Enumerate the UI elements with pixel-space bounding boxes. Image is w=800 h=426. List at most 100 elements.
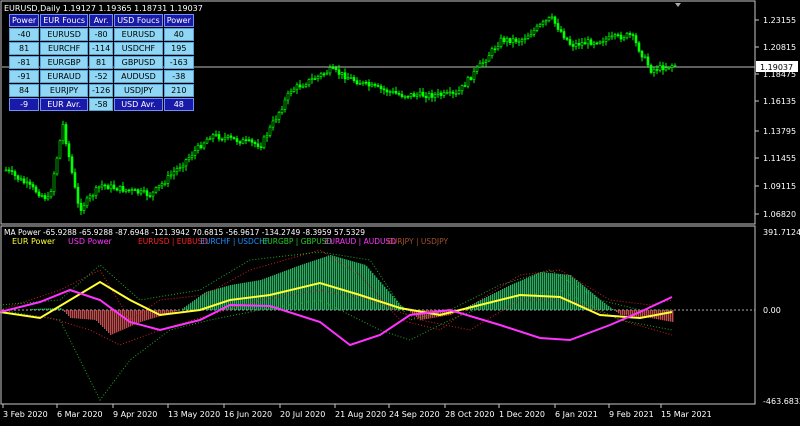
- indicator-bar: [190, 302, 192, 310]
- time-axis-label: 13 May 2020: [168, 410, 220, 419]
- panel-cell: USD Foucs: [114, 14, 163, 27]
- indicator-bar: [146, 310, 148, 321]
- price-candle: [253, 140, 257, 148]
- indicator-bar: [276, 274, 278, 310]
- indicator-bar: [540, 272, 542, 310]
- price-candle: [427, 91, 431, 101]
- price-candle: [121, 181, 125, 193]
- price-candle: [652, 66, 656, 77]
- price-candle: [52, 171, 56, 196]
- price-candle: [448, 87, 452, 97]
- price-candle: [619, 31, 623, 43]
- indicator-bar: [346, 259, 348, 310]
- legend-pair: EURUSD | EUBUSD: [138, 237, 208, 246]
- price-candle: [16, 174, 20, 183]
- price-candle: [256, 138, 260, 150]
- panel-cell: 81: [9, 42, 40, 55]
- indicator-bar: [602, 301, 604, 310]
- indicator-bar: [526, 278, 528, 310]
- price-candle: [190, 151, 194, 161]
- indicator-bar: [218, 288, 220, 310]
- indicator-bar: [214, 289, 216, 310]
- indicator-bar: [340, 257, 342, 310]
- indicator-bar: [148, 310, 150, 320]
- price-candle: [469, 76, 473, 81]
- indicator-bar: [378, 279, 380, 310]
- indicator-bar: [584, 286, 586, 310]
- panel-cell: EURUSD: [40, 28, 89, 41]
- indicator-bar: [280, 272, 282, 310]
- price-candle: [295, 82, 299, 94]
- price-candle: [559, 25, 563, 34]
- indicator-bar: [604, 303, 606, 310]
- indicator-bar: [392, 295, 394, 310]
- price-candle: [58, 139, 62, 160]
- indicator-bar: [366, 266, 368, 310]
- indicator-bar: [172, 310, 174, 313]
- price-candle: [421, 88, 425, 98]
- price-candle: [574, 39, 578, 50]
- indicator-bar: [186, 305, 188, 310]
- price-candle: [385, 87, 389, 96]
- indicator-bar: [608, 306, 610, 310]
- indicator-bar: [390, 293, 392, 310]
- indicator-bar: [570, 275, 572, 310]
- price-axis-label: 1.13795: [763, 127, 796, 136]
- indicator-axis-bottom: -463.6832: [763, 397, 800, 406]
- indicator-bar: [598, 298, 600, 310]
- price-candle: [67, 140, 71, 162]
- price-candle: [511, 34, 515, 48]
- time-axis-label: 6 Mar 2020: [57, 410, 103, 419]
- price-candle: [622, 35, 626, 42]
- price-axis-label: 1.06820: [763, 210, 796, 219]
- indicator-bar: [594, 295, 596, 310]
- price-candle: [22, 175, 26, 185]
- indicator-bar: [64, 310, 66, 312]
- indicator-bar: [624, 310, 626, 316]
- indicator-bar: [202, 294, 204, 310]
- price-candle: [319, 71, 323, 80]
- indicator-bar: [344, 259, 346, 310]
- panel-row: -91 EURAUD -52 AUDUSD -38: [9, 70, 194, 83]
- price-candle: [589, 37, 593, 46]
- indicator-bar: [230, 285, 232, 310]
- indicator-bar: [66, 310, 68, 314]
- price-candle: [568, 35, 572, 47]
- indicator-bar: [368, 268, 370, 310]
- panel-cell: EUR Avr.: [40, 98, 89, 111]
- panel-cell: -126: [89, 84, 114, 97]
- time-axis-label: 21 Aug 2020: [335, 410, 386, 419]
- price-candle: [463, 81, 467, 88]
- panel-cell: GBPUSD: [114, 56, 163, 69]
- price-candle: [502, 35, 506, 45]
- time-axis-label: 28 Oct 2020: [445, 410, 494, 419]
- indicator-bar: [354, 261, 356, 310]
- price-candle: [607, 32, 611, 41]
- price-candle: [130, 187, 134, 195]
- price-candle: [376, 83, 380, 88]
- indicator-bar: [128, 310, 130, 328]
- indicator-bar: [556, 273, 558, 310]
- price-axis-label: 1.11455: [763, 154, 796, 163]
- indicator-bar: [110, 310, 112, 335]
- legend-pair: EURCHF | USDCHF: [200, 237, 269, 246]
- price-candle: [214, 130, 218, 137]
- indicator-bar: [88, 310, 90, 320]
- price-candle: [133, 187, 137, 191]
- indicator-bar: [98, 310, 100, 323]
- panel-cell: EURAUD: [40, 70, 89, 83]
- price-candle: [7, 167, 11, 174]
- price-candle: [43, 192, 47, 202]
- price-candle: [592, 40, 596, 49]
- indicator-bar: [358, 263, 360, 310]
- price-candle: [61, 120, 65, 145]
- price-candle: [475, 65, 479, 75]
- price-candle: [556, 18, 560, 33]
- indicator-bar: [664, 310, 666, 321]
- indicator-bar: [44, 308, 46, 310]
- price-candle: [604, 35, 608, 46]
- indicator-bar: [200, 295, 202, 310]
- price-candle: [586, 36, 590, 49]
- price-candle: [550, 13, 554, 20]
- indicator-bar: [270, 276, 272, 310]
